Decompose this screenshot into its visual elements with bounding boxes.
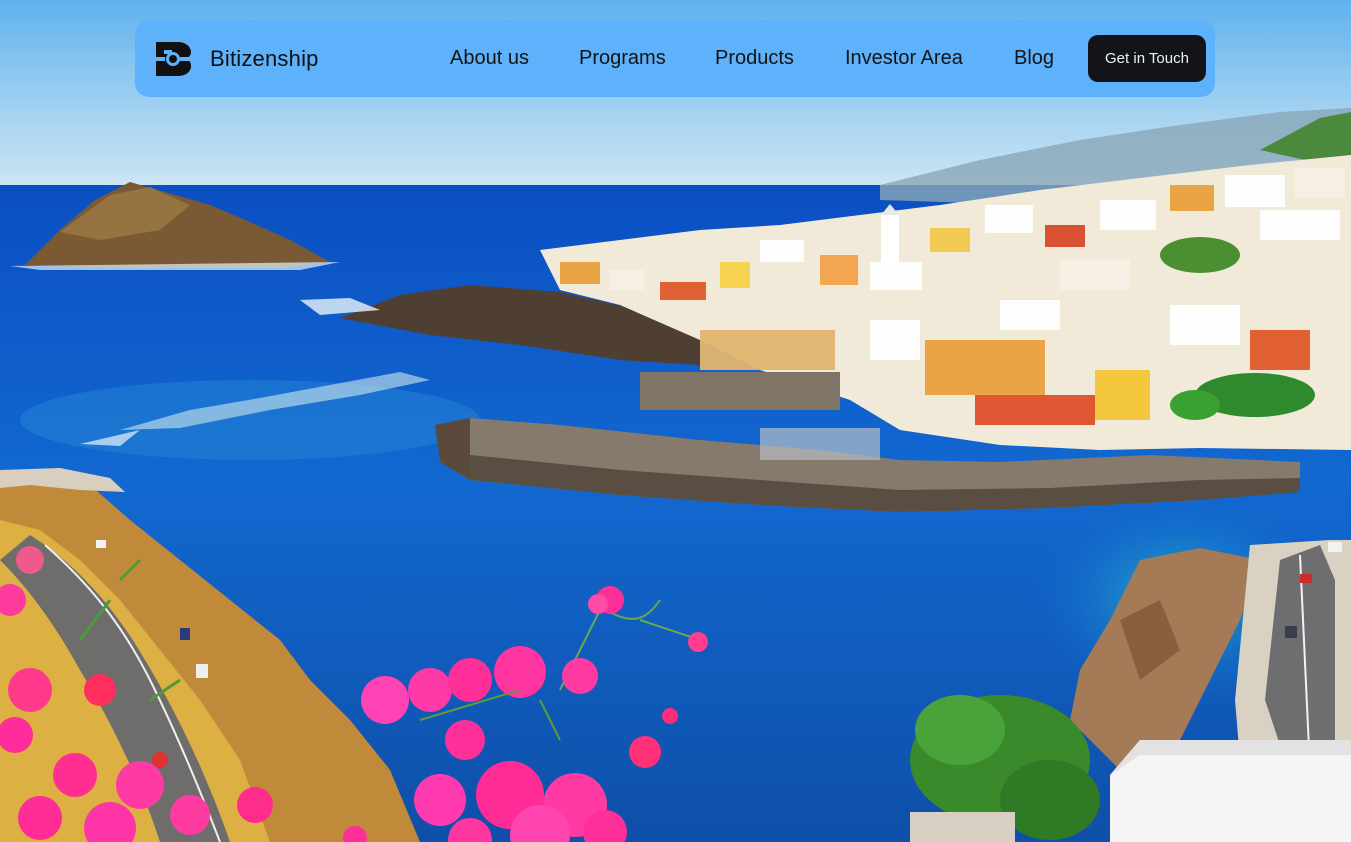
get-in-touch-label: Get in Touch [1105,50,1189,67]
nav-item-investor-area[interactable]: Investor Area [845,46,963,70]
top-navigation-bar: Bitizenship About us Programs Products I… [135,20,1215,97]
nav-item-products[interactable]: Products [715,46,794,70]
nav-item-programs[interactable]: Programs [579,46,666,70]
nav-item-about-us[interactable]: About us [450,46,529,70]
hero-section: Bitizenship About us Programs Products I… [0,0,1351,842]
hero-background-image [0,0,1351,842]
get-in-touch-button[interactable]: Get in Touch [1088,35,1206,82]
nav-links: About us Programs Products Investor Area… [135,20,1215,97]
nav-item-blog[interactable]: Blog [1014,46,1054,70]
